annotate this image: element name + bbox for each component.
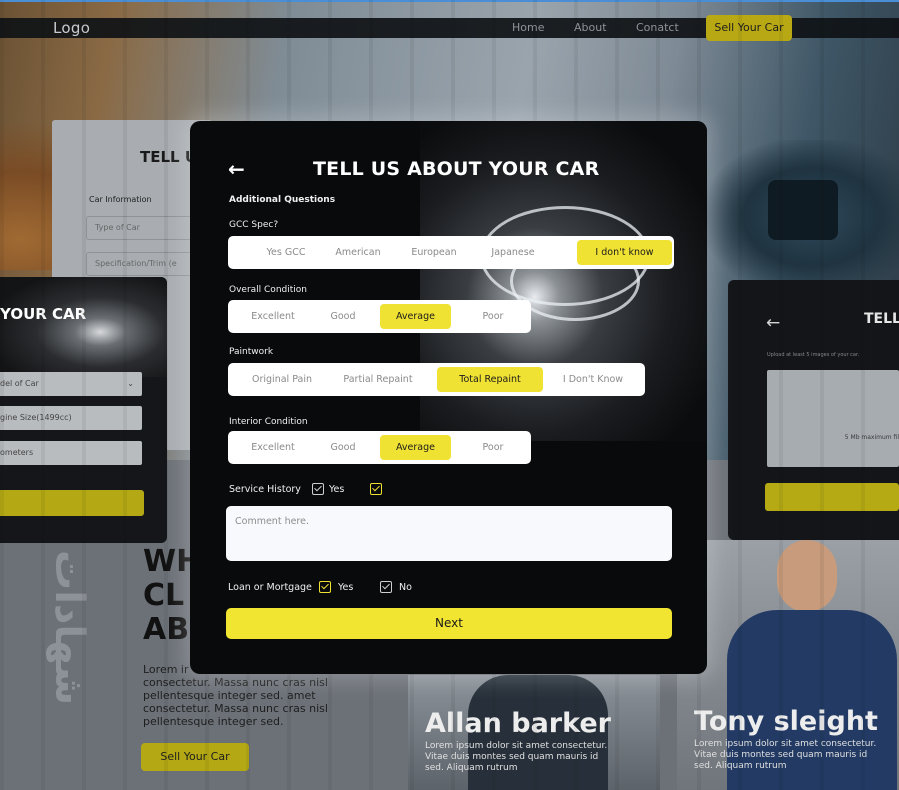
nav-sell-your-car-button[interactable]: Sell Your Car: [706, 15, 792, 41]
paintwork-label: Paintwork: [229, 347, 274, 357]
overall-condition-label: Overall Condition: [229, 285, 307, 295]
interior-condition-options: Excellent Good Average Poor: [228, 431, 531, 464]
model-of-car-value: del of Car: [0, 379, 39, 388]
interior-option-average[interactable]: Average: [380, 435, 451, 460]
model-of-car-select[interactable]: del of Car ⌄: [0, 372, 142, 396]
car-headlight-image: [0, 277, 167, 377]
logo[interactable]: Logo: [53, 19, 90, 37]
window-top-border: [0, 0, 899, 2]
gcc-option-yes-gcc[interactable]: Yes GCC: [250, 240, 322, 265]
paintwork-option-total-repaint[interactable]: Total Repaint: [437, 367, 543, 392]
dark-card-title: YOUR CAR: [0, 305, 87, 323]
bottom-sell-your-car-button[interactable]: Sell Your Car: [141, 743, 249, 771]
car-information-label: Car Information: [89, 195, 152, 204]
interior-option-excellent[interactable]: Excellent: [238, 435, 308, 460]
dark-card-button[interactable]: [0, 490, 144, 516]
background-form-title: TELL U: [140, 148, 197, 166]
overall-option-poor[interactable]: Poor: [458, 304, 528, 329]
modal-title: TELL US ABOUT YOUR CAR: [313, 158, 600, 180]
testimonials-arabic-heading: شهادات: [46, 550, 92, 706]
chevron-down-icon: ⌄: [127, 379, 134, 388]
gcc-option-i-dont-know[interactable]: I don't know: [577, 240, 672, 265]
upload-size-hint: 5 Mb maximum fil: [844, 434, 899, 441]
image-upload-area[interactable]: 5 Mb maximum fil: [767, 370, 899, 467]
arrow-left-icon[interactable]: ←: [228, 157, 245, 181]
testimonial-name-allan: Allan barker: [425, 708, 611, 739]
comment-textarea[interactable]: Comment here.: [226, 506, 672, 561]
paintwork-options: Original Pain Partial Repaint Total Repa…: [228, 363, 645, 396]
nav-link-contact[interactable]: Conatct: [636, 21, 679, 34]
service-history-yes-label: Yes: [329, 484, 345, 495]
loan-no-checkbox[interactable]: [380, 581, 392, 593]
nav-link-about[interactable]: About: [574, 21, 607, 34]
dark-card-right-button[interactable]: [765, 483, 899, 511]
gcc-spec-label: GCC Spec?: [229, 220, 279, 230]
next-button[interactable]: Next: [226, 608, 672, 639]
upload-note: Upload at least 5 images of your car.: [767, 352, 860, 358]
arrow-left-icon[interactable]: ←: [766, 313, 780, 333]
loan-yes-checkbox[interactable]: [319, 581, 331, 593]
overall-option-average[interactable]: Average: [380, 304, 451, 329]
loan-no-label: No: [399, 582, 412, 593]
dark-card-right-title: TELL: [864, 311, 899, 327]
gcc-option-japanese[interactable]: Japanese: [476, 240, 550, 265]
loan-or-mortgage-label: Loan or Mortgage: [228, 582, 312, 593]
additional-questions-heading: Additional Questions: [229, 195, 336, 205]
interior-condition-label: Interior Condition: [229, 417, 308, 427]
paintwork-option-i-dont-know[interactable]: I Don't Know: [552, 367, 634, 392]
service-history-no-checkbox[interactable]: [370, 483, 382, 495]
overall-option-excellent[interactable]: Excellent: [238, 304, 308, 329]
tony-head: [777, 540, 837, 612]
car-grill: [768, 180, 838, 240]
service-history-label: Service History: [229, 484, 301, 495]
overall-condition-options: Excellent Good Average Poor: [228, 300, 531, 333]
testimonial-text-allan: Lorem ipsum dolor sit amet consectetur. …: [425, 741, 608, 773]
gcc-option-american[interactable]: American: [322, 240, 394, 265]
paintwork-option-partial-repaint[interactable]: Partial Repaint: [334, 367, 422, 392]
service-history-yes-checkbox[interactable]: [312, 483, 324, 495]
nav-link-home[interactable]: Home: [512, 21, 544, 34]
interior-option-good[interactable]: Good: [310, 435, 376, 460]
gcc-option-european[interactable]: European: [396, 240, 472, 265]
gcc-spec-options: Yes GCC American European Japanese I don…: [228, 236, 674, 269]
engine-size-field[interactable]: gine Size(1499cc): [0, 406, 142, 430]
interior-option-poor[interactable]: Poor: [458, 435, 528, 460]
loan-yes-label: Yes: [338, 582, 354, 593]
paintwork-option-original[interactable]: Original Pain: [242, 367, 322, 392]
testimonial-name-tony: Tony sleight: [694, 706, 878, 737]
tell-us-about-your-car-modal: ← TELL US ABOUT YOUR CAR Additional Ques…: [190, 121, 707, 674]
background-dark-card-left: YOUR CAR del of Car ⌄ gine Size(1499cc) …: [0, 277, 167, 543]
overall-option-good[interactable]: Good: [310, 304, 376, 329]
testimonial-text-tony: Lorem ipsum dolor sit amet consectetur. …: [694, 739, 877, 771]
kilometers-field[interactable]: ometers: [0, 441, 142, 465]
background-dark-card-right: ← TELL Upload at least 5 images of your …: [728, 280, 899, 540]
